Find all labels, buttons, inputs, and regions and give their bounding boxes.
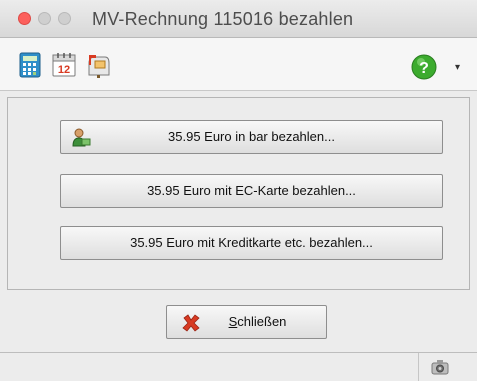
pay-credit-card-button[interactable]: 35.95 Euro mit Kreditkarte etc. bezahlen… bbox=[60, 226, 443, 260]
pay-cash-label: 35.95 Euro in bar bezahlen... bbox=[168, 129, 335, 144]
calendar-day: 12 bbox=[58, 64, 70, 76]
help-icon[interactable]: ? bbox=[411, 54, 437, 80]
pay-cash-button[interactable]: 35.95 Euro in bar bezahlen... bbox=[60, 120, 443, 154]
cash-person-icon bbox=[72, 128, 91, 147]
pay-ec-card-button[interactable]: 35.95 Euro mit EC-Karte bezahlen... bbox=[60, 174, 443, 208]
camera-icon[interactable] bbox=[431, 359, 449, 375]
status-separator bbox=[418, 353, 419, 381]
payment-options-panel: 35.95 Euro in bar bezahlen... 35.95 Euro… bbox=[7, 97, 470, 290]
window-title: MV-Rechnung 115016 bezahlen bbox=[92, 9, 354, 29]
close-window-button[interactable] bbox=[18, 12, 31, 25]
title-bar: MV-Rechnung 115016 bezahlen bbox=[0, 0, 477, 38]
help-glyph: ? bbox=[419, 60, 429, 77]
pay-credit-card-label: 35.95 Euro mit Kreditkarte etc. bezahlen… bbox=[130, 235, 373, 250]
close-label: chließen bbox=[237, 314, 287, 329]
status-bar bbox=[0, 352, 477, 381]
calendar-icon[interactable]: 12 bbox=[50, 51, 78, 79]
toolbar: 12 ? ▾ bbox=[0, 38, 477, 91]
minimize-window-button[interactable] bbox=[38, 12, 51, 25]
mailbox-icon[interactable] bbox=[84, 51, 112, 79]
pay-ec-card-label: 35.95 Euro mit EC-Karte bezahlen... bbox=[147, 183, 356, 198]
close-mnemonic: S bbox=[228, 314, 238, 329]
zoom-window-button[interactable] bbox=[58, 12, 71, 25]
close-icon bbox=[182, 314, 200, 332]
close-button[interactable]: Schließen bbox=[166, 305, 327, 339]
calculator-icon[interactable] bbox=[16, 51, 44, 79]
help-dropdown-arrow[interactable]: ▾ bbox=[455, 62, 460, 73]
